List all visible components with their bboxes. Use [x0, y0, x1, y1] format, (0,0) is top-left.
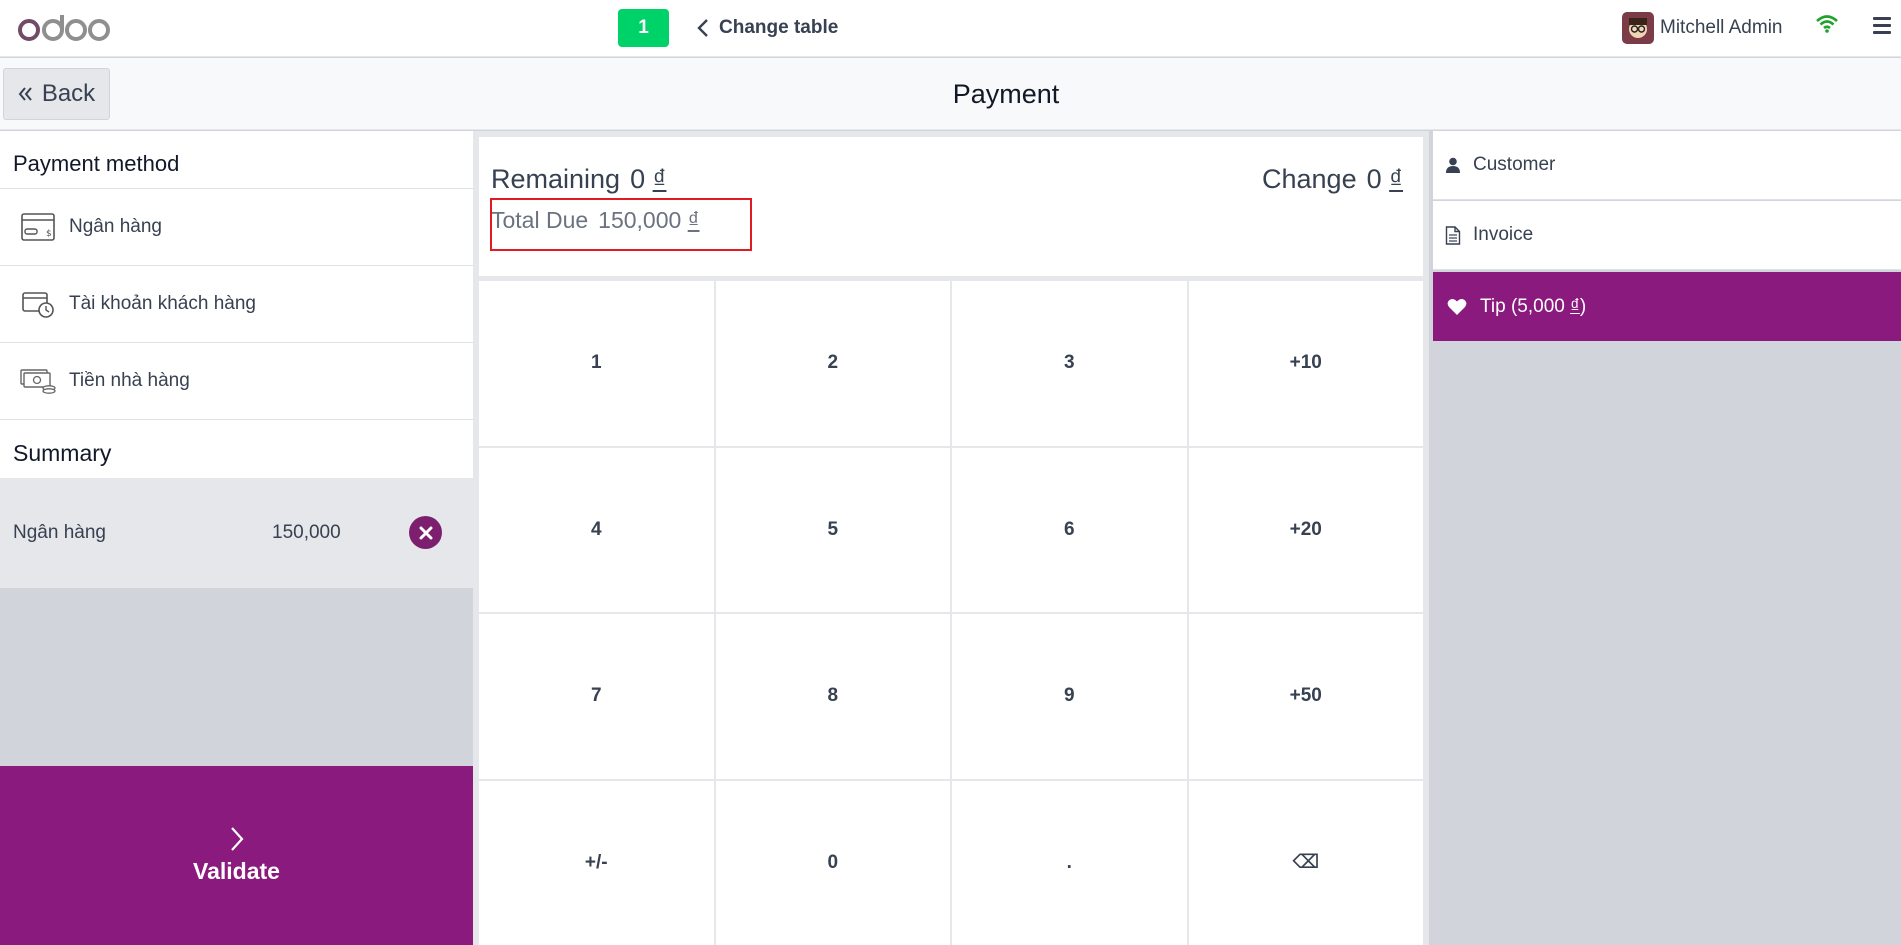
invoice-button[interactable]: Invoice: [1433, 201, 1901, 270]
back-label: Back: [41, 80, 96, 107]
numpad-key-plus-10[interactable]: +10: [1188, 281, 1423, 446]
numpad-key-8[interactable]: 8: [715, 614, 950, 779]
total-due: Total Due 150,000 ₫: [491, 207, 700, 234]
user-name: Mitchell Admin: [1660, 17, 1783, 38]
numpad-key-plus-20[interactable]: +20: [1188, 447, 1423, 612]
numpad-key-6[interactable]: 6: [952, 447, 1187, 612]
numpad-key-plus-50[interactable]: +50: [1188, 614, 1423, 779]
payment-line-name: Ngân hàng: [13, 522, 106, 543]
numpad-key-7[interactable]: 7: [479, 614, 714, 779]
payment-method-label: Ngân hàng: [69, 216, 162, 237]
numpad-key-0[interactable]: 0: [715, 780, 950, 945]
top-navbar: 1 Change table Mitchell Admin: [0, 0, 1901, 57]
svg-text:$: $: [46, 229, 52, 239]
close-icon: [419, 526, 432, 539]
remaining-value: 0: [630, 164, 646, 194]
change-amount: Change 0 ₫: [1262, 164, 1403, 195]
user-menu[interactable]: Mitchell Admin: [1622, 11, 1783, 45]
remaining-label: Remaining: [491, 164, 621, 194]
wifi-icon[interactable]: [1815, 14, 1839, 39]
payment-method-cash[interactable]: Tiền nhà hàng: [0, 343, 473, 420]
table-number-badge[interactable]: 1: [618, 9, 669, 47]
numpad-key-decimal[interactable]: .: [952, 780, 1187, 945]
numpad-key-1[interactable]: 1: [479, 281, 714, 446]
currency-symbol: ₫: [687, 207, 700, 233]
page-title: Payment: [952, 79, 1060, 109]
remaining-amount: Remaining 0 ₫: [491, 164, 666, 195]
validate-label: Validate: [193, 858, 280, 884]
payment-method-label: Tài khoản khách hàng: [69, 293, 256, 314]
change-label: Change: [1262, 164, 1357, 194]
payment-method-customer-account[interactable]: Tài khoản khách hàng: [0, 266, 473, 343]
payment-status: Remaining 0 ₫ Change 0 ₫ Total Due 150,0…: [479, 137, 1423, 276]
invoice-label: Invoice: [1473, 224, 1534, 245]
payment-center-panel: Remaining 0 ₫ Change 0 ₫ Total Due 150,0…: [473, 131, 1429, 945]
change-table-label: Change table: [719, 17, 839, 38]
chevron-right-icon: [230, 827, 243, 851]
summary-title: Summary: [0, 420, 473, 478]
payment-method-title: Payment method: [0, 131, 473, 189]
back-button[interactable]: Back: [3, 68, 110, 120]
cash-icon: [20, 365, 56, 397]
bank-card-icon: $: [20, 211, 56, 243]
numpad: 1 2 3 +10 4 5 6 +20 7 8 9 +50 +/- 0 . ⌫: [479, 281, 1423, 945]
customer-account-icon: [20, 288, 56, 320]
file-icon: [1445, 225, 1461, 245]
payment-method-bank[interactable]: $ Ngân hàng: [0, 189, 473, 266]
chevron-left-icon: [697, 19, 708, 37]
user-avatar: [1622, 12, 1654, 44]
hamburger-menu-icon[interactable]: [1873, 17, 1891, 39]
double-chevron-left-icon: [18, 87, 32, 101]
numpad-key-5[interactable]: 5: [715, 447, 950, 612]
total-due-value: 150,000: [598, 207, 682, 233]
user-icon: [1445, 157, 1461, 173]
change-value: 0: [1366, 164, 1382, 194]
numpad-key-plus-minus[interactable]: +/-: [479, 780, 714, 945]
total-due-label: Total Due: [491, 207, 589, 233]
numpad-key-2[interactable]: 2: [715, 281, 950, 446]
odoo-logo[interactable]: [17, 12, 111, 44]
change-table-button[interactable]: Change table: [697, 12, 838, 44]
customer-label: Customer: [1473, 154, 1556, 175]
delete-payment-line-button[interactable]: [409, 516, 442, 549]
payment-left-panel: Payment method $ Ngân hàng Tài khoản khá…: [0, 131, 473, 945]
customer-button[interactable]: Customer: [1433, 131, 1901, 200]
currency-symbol: ₫: [1389, 164, 1403, 194]
payment-line-amount: 150,000: [272, 522, 341, 543]
tip-label: Tip (5,000 ₫): [1480, 295, 1587, 317]
heart-icon: [1446, 298, 1468, 316]
payment-method-label: Tiền nhà hàng: [69, 370, 190, 391]
payment-right-panel: Customer Invoice Tip (5,000 ₫): [1433, 131, 1901, 945]
tip-button[interactable]: Tip (5,000 ₫): [1433, 272, 1901, 341]
numpad-key-4[interactable]: 4: [479, 447, 714, 612]
payment-line[interactable]: Ngân hàng 150,000: [0, 478, 473, 588]
numpad-key-backspace[interactable]: ⌫: [1188, 780, 1423, 945]
control-bar: Payment Back: [0, 58, 1901, 130]
numpad-key-3[interactable]: 3: [952, 281, 1187, 446]
numpad-key-9[interactable]: 9: [952, 614, 1187, 779]
currency-symbol: ₫: [652, 164, 667, 194]
validate-button[interactable]: Validate: [0, 766, 473, 945]
